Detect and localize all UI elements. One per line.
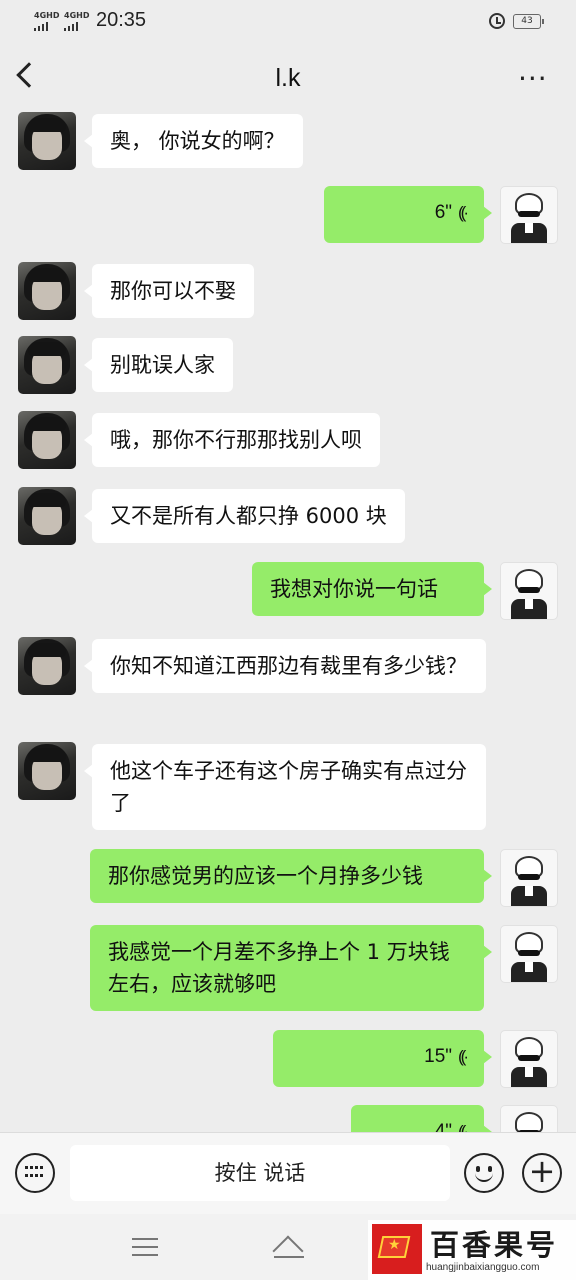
- watermark-url: huangjinbaixiangguo.com: [426, 1262, 540, 1273]
- message-bubble-incoming[interactable]: 又不是所有人都只挣 6000 块: [84, 489, 405, 543]
- voice-wave-icon: ((·: [458, 203, 469, 222]
- message-text: 哦，那你不行那那找别人呗: [110, 428, 362, 452]
- message-bubble-incoming[interactable]: 奥， 你说女的啊？: [84, 114, 303, 168]
- status-bar: 4GHD 4GHD 20:35 43: [0, 0, 576, 44]
- message-bubble-incoming[interactable]: 哦，那你不行那那找别人呗: [84, 413, 380, 467]
- my-avatar[interactable]: [500, 562, 558, 620]
- battery-icon: 43: [513, 14, 544, 29]
- keyboard-icon[interactable]: [15, 1153, 55, 1193]
- voice-message-outgoing[interactable]: 15" ((·: [273, 1030, 492, 1087]
- alarm-icon: [489, 13, 505, 29]
- message-bubble-outgoing[interactable]: 我想对你说一句话: [252, 562, 492, 616]
- voice-wave-icon: ((·: [458, 1047, 469, 1066]
- watermark-logo: ★: [372, 1224, 422, 1274]
- more-dots-icon[interactable]: ···: [518, 65, 548, 93]
- voice-duration: 4": [434, 1121, 453, 1132]
- signal-indicator-1: 4GHD: [34, 12, 59, 31]
- hold-to-talk-button[interactable]: 按住 说话: [70, 1145, 450, 1201]
- message-text: 我感觉一个月差不多挣上个 1 万块钱左右，应该就够吧: [108, 940, 450, 996]
- chat-title: l.k: [275, 64, 301, 92]
- signal-bars-icon: [34, 22, 59, 31]
- signal-label-1: 4GHD: [34, 11, 60, 20]
- watermark-name: 百香果号: [430, 1228, 559, 1262]
- contact-avatar[interactable]: [18, 637, 76, 695]
- my-avatar[interactable]: [500, 1105, 558, 1132]
- contact-avatar[interactable]: [18, 742, 76, 800]
- contact-avatar[interactable]: [18, 336, 76, 394]
- message-text: 你知不知道江西那边有裁里有多少钱？: [110, 654, 467, 678]
- contact-avatar[interactable]: [18, 487, 76, 545]
- my-avatar[interactable]: [500, 925, 558, 983]
- message-bubble-outgoing[interactable]: 那你感觉男的应该一个月挣多少钱: [90, 849, 492, 903]
- message-text: 奥， 你说女的啊？: [110, 129, 285, 153]
- message-bubble-incoming[interactable]: 他这个车子还有这个房子确实有点过分了: [84, 744, 486, 830]
- contact-avatar[interactable]: [18, 112, 76, 170]
- message-text: 那你感觉男的应该一个月挣多少钱: [108, 864, 423, 888]
- message-bubble-incoming[interactable]: 那你可以不娶: [84, 264, 254, 318]
- my-avatar[interactable]: [500, 186, 558, 244]
- star-icon: ★: [388, 1237, 401, 1253]
- message-bubble-incoming[interactable]: 别耽误人家: [84, 338, 233, 392]
- contact-avatar[interactable]: [18, 262, 76, 320]
- home-icon[interactable]: [272, 1235, 306, 1267]
- my-avatar[interactable]: [500, 1030, 558, 1088]
- message-text: 又不是所有人都只挣 6000 块: [110, 504, 387, 528]
- message-bubble-incoming[interactable]: 你知不知道江西那边有裁里有多少钱？: [84, 639, 486, 693]
- battery-level: 43: [521, 16, 533, 26]
- emoji-icon[interactable]: [464, 1153, 504, 1193]
- message-text: 那你可以不娶: [110, 279, 236, 303]
- voice-duration: 15": [424, 1046, 453, 1067]
- message-text: 他这个车子还有这个房子确实有点过分了: [110, 759, 467, 815]
- voice-duration: 6": [434, 202, 453, 223]
- contact-avatar[interactable]: [18, 411, 76, 469]
- message-text: 别耽误人家: [110, 353, 215, 377]
- menu-icon[interactable]: [132, 1238, 158, 1256]
- status-time: 20:35: [96, 9, 147, 31]
- message-list[interactable]: 奥， 你说女的啊？ 6" ((· 那你可以不娶 别耽误人家 哦，那你不行那那找别人…: [0, 100, 576, 1132]
- voice-message-outgoing[interactable]: 4" ((·: [351, 1105, 492, 1132]
- my-avatar[interactable]: [500, 849, 558, 907]
- voice-message-outgoing[interactable]: 6" ((·: [324, 186, 492, 243]
- input-bar: 按住 说话 +: [0, 1132, 576, 1214]
- voice-wave-icon: ((·: [458, 1122, 469, 1132]
- plus-icon[interactable]: +: [522, 1153, 562, 1193]
- message-text: 我想对你说一句话: [270, 577, 438, 601]
- signal-indicator-2: 4GHD: [64, 12, 89, 31]
- watermark: ★ 百香果号 huangjinbaixiangguo.com: [368, 1220, 576, 1280]
- signal-label-2: 4GHD: [64, 11, 90, 20]
- signal-bars-icon: [64, 22, 89, 31]
- message-bubble-outgoing[interactable]: 我感觉一个月差不多挣上个 1 万块钱左右，应该就够吧: [90, 925, 492, 1011]
